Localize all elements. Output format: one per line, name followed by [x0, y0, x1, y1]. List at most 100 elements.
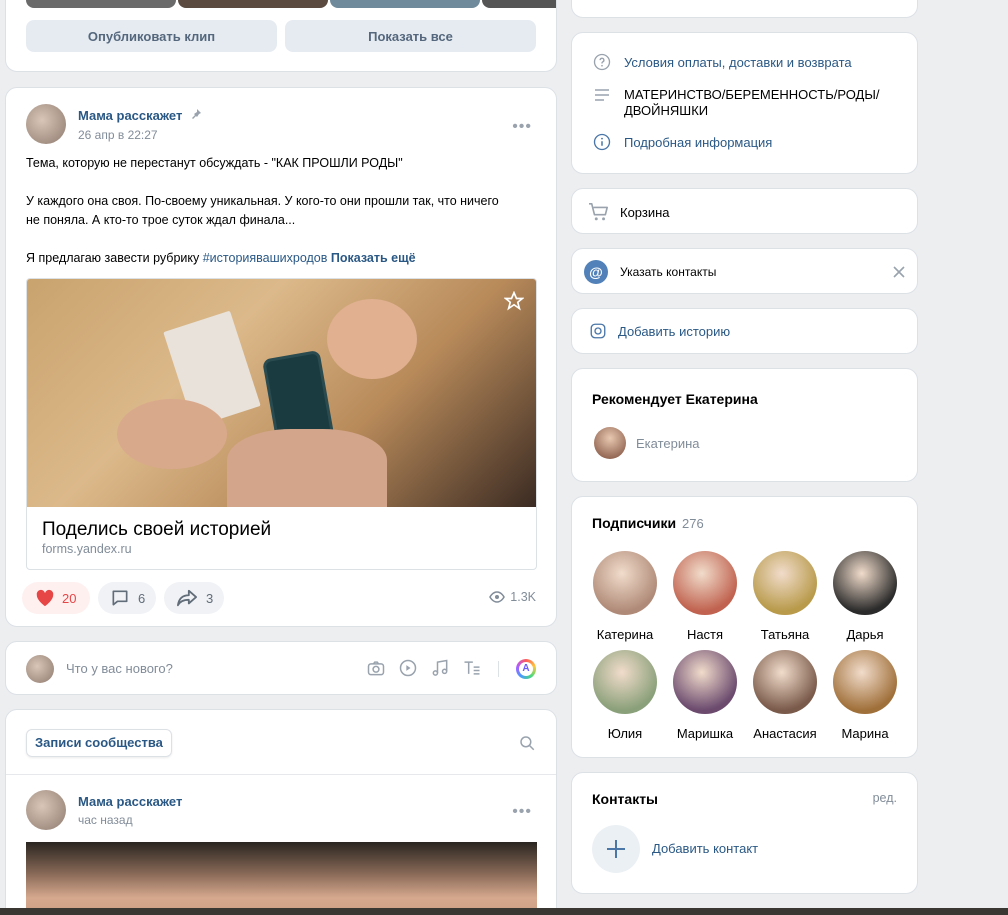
- subscriber-name[interactable]: Юлия: [585, 726, 665, 741]
- subscriber-name[interactable]: Катерина: [585, 627, 665, 642]
- post-date[interactable]: 26 апр в 22:27: [78, 128, 158, 142]
- comment-count: 6: [138, 590, 146, 606]
- subscriber-avatar[interactable]: [673, 551, 737, 615]
- pin-icon: [190, 109, 202, 123]
- clip-thumb[interactable]: [482, 0, 556, 8]
- subscriber-avatar[interactable]: [593, 551, 657, 615]
- clip-thumb[interactable]: [26, 0, 176, 8]
- cart-card[interactable]: Корзина: [571, 188, 918, 234]
- bottom-strip: [0, 908, 1008, 915]
- subscriber-name[interactable]: Татьяна: [745, 627, 825, 642]
- music-icon[interactable]: [430, 658, 450, 683]
- subscriber-item[interactable]: Дарья: [825, 551, 905, 642]
- author-avatar[interactable]: [26, 790, 66, 830]
- composer-divider: [498, 661, 499, 677]
- post-text-line: Я предлагаю завести рубрику #историяваши…: [26, 249, 538, 268]
- clip-thumb[interactable]: [330, 0, 480, 8]
- close-icon[interactable]: [893, 265, 905, 283]
- comment-button[interactable]: 6: [98, 582, 156, 614]
- subscriber-item[interactable]: Маришка: [665, 650, 745, 741]
- more-options-icon[interactable]: •••: [512, 118, 532, 136]
- subscriber-name[interactable]: Маришка: [665, 726, 745, 741]
- subscribers-count: 276: [682, 516, 704, 531]
- hashtag-link[interactable]: #историявашихродов: [203, 251, 328, 265]
- subscriber-name[interactable]: Настя: [665, 627, 745, 642]
- info-card: Условия оплаты, доставки и возврата МАТЕ…: [571, 32, 918, 174]
- subscribers-header[interactable]: Подписчики 276: [592, 515, 704, 531]
- share-button[interactable]: 3: [164, 582, 224, 614]
- composer-input[interactable]: Что у вас нового?: [66, 661, 173, 676]
- subscriber-avatar[interactable]: [673, 650, 737, 714]
- subscriber-avatar[interactable]: [753, 551, 817, 615]
- subscriber-item[interactable]: Татьяна: [745, 551, 825, 642]
- top-right-card: [571, 0, 918, 18]
- author-name[interactable]: Мама расскажет: [78, 794, 182, 809]
- link-image[interactable]: [27, 279, 536, 507]
- views-counter: 1.3K: [489, 590, 536, 604]
- subscriber-avatar[interactable]: [593, 650, 657, 714]
- add-contact-button[interactable]: [592, 825, 640, 873]
- more-info-row[interactable]: Подробная информация: [592, 133, 772, 151]
- contacts-hint-row[interactable]: @ Указать контакты: [584, 260, 716, 284]
- subscriber-name[interactable]: Анастасия: [745, 726, 825, 741]
- subscribers-card: Подписчики 276 Катерина Настя Татьяна Дарья…: [571, 496, 918, 758]
- eye-icon: [489, 591, 506, 603]
- post-image[interactable]: [26, 842, 537, 915]
- post-text-line: У каждого она своя. По-своему уникальная…: [26, 194, 499, 208]
- post-date[interactable]: час назад: [78, 813, 133, 827]
- post-card: Мама расскажет 26 апр в 22:27 ••• Тема, …: [5, 87, 557, 627]
- like-button[interactable]: 20: [22, 582, 90, 614]
- subscriber-item[interactable]: Марина: [825, 650, 905, 741]
- author-name-text[interactable]: Мама расскажет: [78, 108, 182, 123]
- views-count: 1.3K: [510, 590, 536, 604]
- my-avatar[interactable]: [26, 655, 54, 683]
- add-contact-label[interactable]: Добавить контакт: [652, 841, 758, 856]
- subscriber-item[interactable]: Юлия: [585, 650, 665, 741]
- clip-thumb[interactable]: [178, 0, 328, 8]
- terms-link[interactable]: Условия оплаты, доставки и возврата: [624, 55, 852, 70]
- cart-label[interactable]: Корзина: [620, 205, 670, 220]
- at-sign-icon: @: [584, 260, 608, 284]
- like-count: 20: [62, 590, 77, 606]
- show-all-button[interactable]: Показать все: [285, 20, 536, 52]
- recommender-name[interactable]: Екатерина: [636, 436, 700, 451]
- more-options-icon[interactable]: •••: [512, 803, 532, 821]
- subscriber-item[interactable]: Настя: [665, 551, 745, 642]
- add-story-label[interactable]: Добавить историю: [618, 324, 730, 339]
- subscriber-item[interactable]: Катерина: [585, 551, 665, 642]
- favorite-star-icon[interactable]: [503, 290, 525, 316]
- link-attachment[interactable]: Поделись своей историей forms.yandex.ru: [26, 278, 537, 570]
- subscriber-item[interactable]: Анастасия: [745, 650, 825, 741]
- add-story-row[interactable]: Добавить историю: [588, 322, 730, 340]
- publish-clip-button[interactable]: Опубликовать клип: [26, 20, 277, 52]
- photo-icon[interactable]: [366, 658, 386, 683]
- add-story-card[interactable]: Добавить историю: [571, 308, 918, 354]
- terms-row[interactable]: Условия оплаты, доставки и возврата: [592, 53, 852, 71]
- contacts-hint-label[interactable]: Указать контакты: [620, 265, 716, 279]
- contacts-edit-link[interactable]: ред.: [873, 791, 897, 805]
- subscriber-avatar[interactable]: [753, 650, 817, 714]
- post-text: Тема, которую не перестанут обсуждать - …: [26, 154, 538, 268]
- subscriber-avatar[interactable]: [833, 650, 897, 714]
- list-icon: [592, 88, 612, 102]
- link-title[interactable]: Поделись своей историей: [42, 519, 271, 541]
- share-icon: [176, 588, 198, 608]
- author-avatar[interactable]: [26, 104, 66, 144]
- subscriber-avatar[interactable]: [833, 551, 897, 615]
- article-icon[interactable]: [462, 658, 482, 683]
- recommender-avatar[interactable]: [594, 427, 626, 459]
- category-row: МАТЕРИНСТВО/БЕРЕМЕННОСТЬ/РОДЫ/ ДВОЙНЯШКИ: [592, 87, 879, 119]
- category-line: ДВОЙНЯШКИ: [624, 103, 709, 118]
- more-info-link[interactable]: Подробная информация: [624, 135, 772, 150]
- video-icon[interactable]: [398, 658, 418, 683]
- show-more-link[interactable]: Показать ещё: [331, 251, 416, 265]
- author-name[interactable]: Мама расскажет: [78, 108, 202, 123]
- tab-community-posts[interactable]: Записи сообщества: [26, 729, 172, 757]
- ai-assistant-icon[interactable]: A: [516, 659, 536, 679]
- search-icon[interactable]: [518, 734, 536, 757]
- recommends-title: Рекомендует Екатерина: [592, 391, 758, 407]
- subscribers-title[interactable]: Подписчики: [592, 515, 676, 531]
- subscriber-name[interactable]: Дарья: [825, 627, 905, 642]
- cart-row[interactable]: Корзина: [588, 202, 670, 222]
- subscriber-name[interactable]: Марина: [825, 726, 905, 741]
